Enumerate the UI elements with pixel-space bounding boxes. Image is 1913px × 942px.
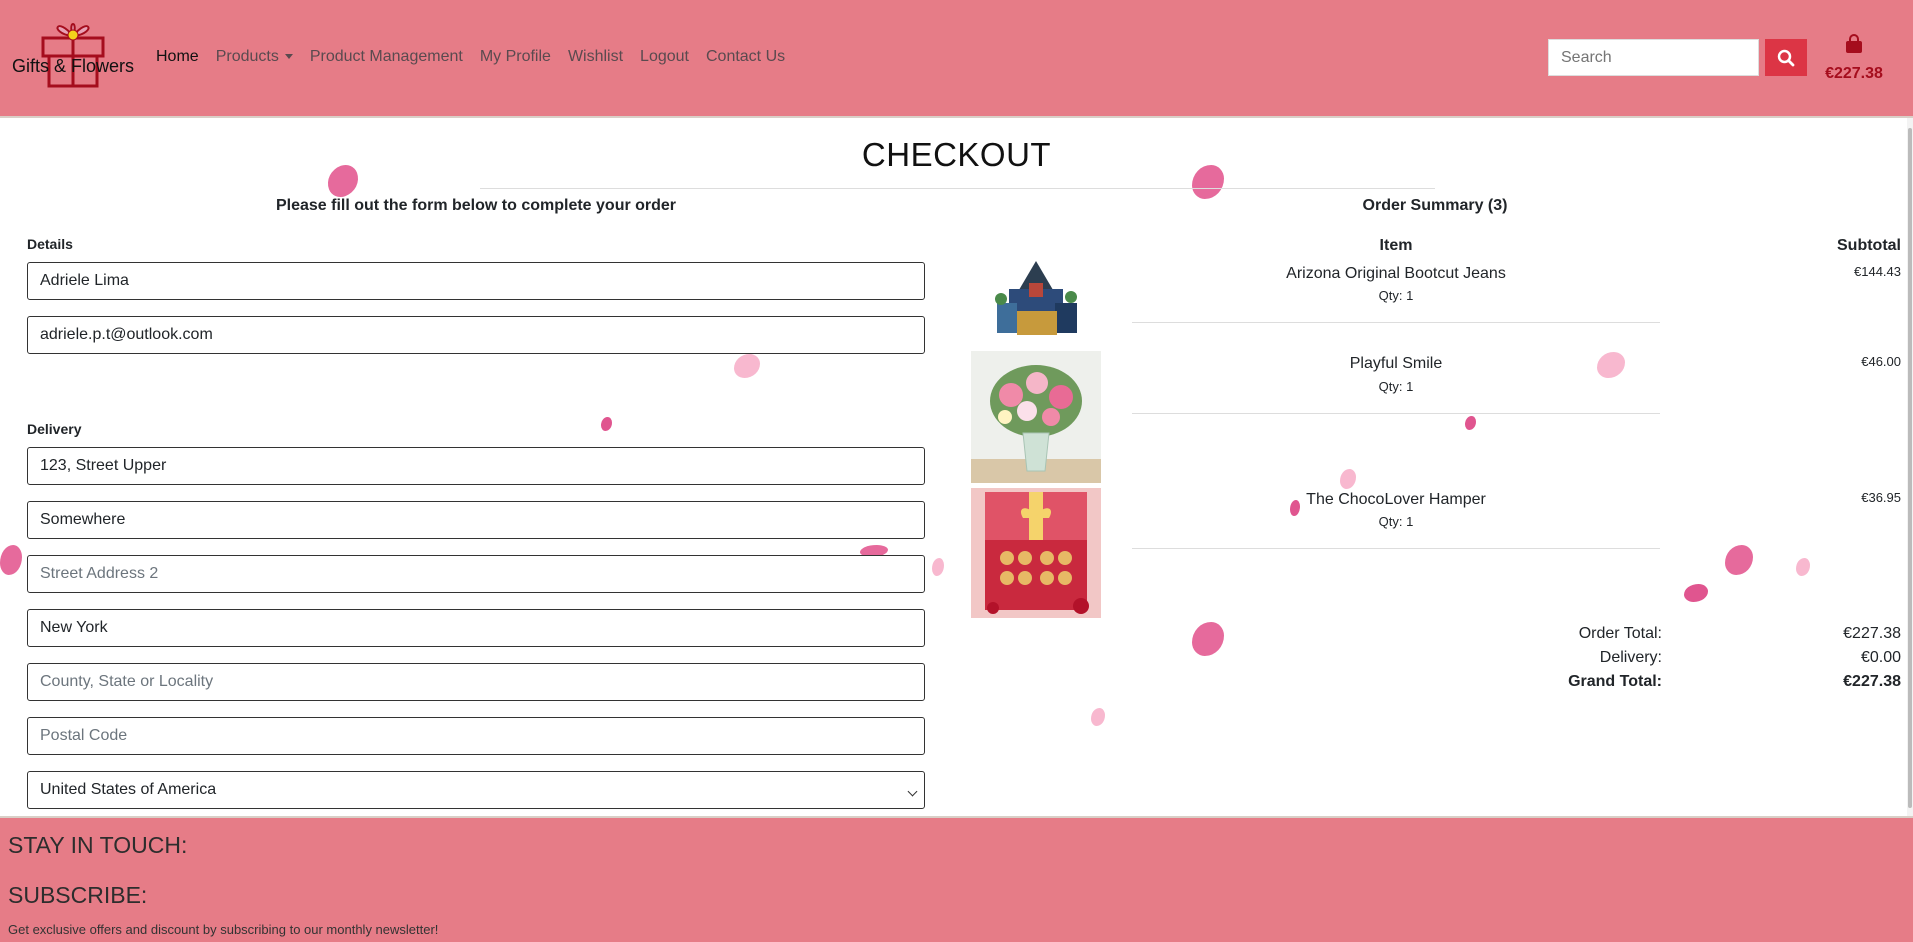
delivery-cost-value: €0.00 [1860,649,1901,666]
item-column-header: Item [1379,237,1413,254]
order-total-value: €227.38 [1843,625,1901,642]
brand-logo[interactable]: Gifts & Flowers [12,14,134,92]
petal-decoration [1192,622,1224,656]
petal-decoration [932,558,944,576]
nav-home[interactable]: Home [156,48,199,66]
brand-name: Gifts & Flowers [12,56,135,76]
search-input[interactable] [1548,39,1759,76]
summary-item-subtotal: €144.43 [1854,264,1901,279]
county-field[interactable]: County, State or Locality [27,663,925,701]
petal-decoration [601,417,612,431]
product-image-jeans-hamper [971,255,1101,343]
delivery-cost-label: Delivery: [1599,649,1662,666]
summary-row-divider [1132,322,1660,323]
postal-code-field[interactable]: Postal Code [27,717,925,755]
summary-item-qty: Qty: 1 [1378,288,1414,303]
newsletter-text: Get exclusive offers and discount by sub… [8,922,439,937]
search-button[interactable] [1765,39,1807,76]
summary-item-name: The ChocoLover Hamper [1306,491,1486,508]
nav-products-dropdown[interactable]: Products [216,48,293,66]
email-field[interactable]: adriele.p.t@outlook.com [27,316,925,354]
footer: STAY IN TOUCH: SUBSCRIBE: Get exclusive … [0,816,1913,942]
product-image-chocolover-hamper [971,488,1101,618]
subtotal-column-header: Subtotal [1837,237,1901,254]
product-image-playful-smile [971,351,1101,483]
subscribe-heading: SUBSCRIBE: [8,882,148,908]
grand-total-value: €227.38 [1843,673,1901,690]
scrollbar-thumb[interactable] [1908,128,1912,808]
city-field[interactable]: New York [27,609,925,647]
petal-decoration [734,354,760,378]
town-field[interactable]: Somewhere [27,501,925,539]
delivery-label: Delivery [27,421,82,437]
shopping-bag-icon [1846,34,1862,53]
petal-decoration [1725,545,1753,575]
summary-item-name: Playful Smile [1349,355,1443,372]
stay-in-touch-heading: STAY IN TOUCH: [8,832,188,858]
order-summary-title: Order Summary (3) [1362,197,1508,214]
top-navbar: Gifts & Flowers Home Products Product Ma… [0,0,1913,118]
summary-item-subtotal: €46.00 [1861,354,1901,369]
petal-decoration [1091,708,1105,726]
search-icon [1777,49,1795,66]
caret-down-icon [284,54,293,60]
grand-total-label: Grand Total: [1568,673,1662,690]
street-address-2-field[interactable]: Street Address 2 [27,555,925,593]
details-label: Details [27,236,73,252]
title-divider [480,188,1435,189]
summary-item-name: Arizona Original Bootcut Jeans [1286,265,1506,282]
nav-wishlist[interactable]: Wishlist [568,48,623,66]
petal-decoration [1340,469,1356,489]
nav-products-label: Products [215,48,279,65]
bag-total: €227.38 [1825,65,1883,82]
nav-contact-us[interactable]: Contact Us [706,48,785,66]
petal-decoration [1684,584,1708,602]
order-total-label: Order Total: [1578,625,1662,642]
summary-row-divider [1132,413,1660,414]
main-nav: Home Products Product Management My Prof… [156,48,802,66]
street-address-1-field[interactable]: 123, Street Upper [27,447,925,485]
nav-product-management[interactable]: Product Management [310,48,463,66]
form-intro: Please fill out the form below to comple… [275,197,677,214]
summary-item-qty: Qty: 1 [1378,379,1414,394]
nav-my-profile[interactable]: My Profile [480,48,551,66]
petal-decoration [1465,416,1476,430]
country-select[interactable]: United States of America [27,771,925,809]
summary-item-subtotal: €36.95 [1861,490,1901,505]
summary-item-qty: Qty: 1 [1378,514,1414,529]
full-name-field[interactable]: Adriele Lima [27,262,925,300]
shopping-bag[interactable]: €227.38 [1820,34,1888,83]
page-title: CHECKOUT [861,136,1052,173]
nav-logout[interactable]: Logout [640,48,689,66]
petal-decoration [1796,558,1810,576]
petal-decoration [0,545,22,575]
summary-row-divider [1132,548,1660,549]
page-scrollbar[interactable] [1907,118,1913,816]
